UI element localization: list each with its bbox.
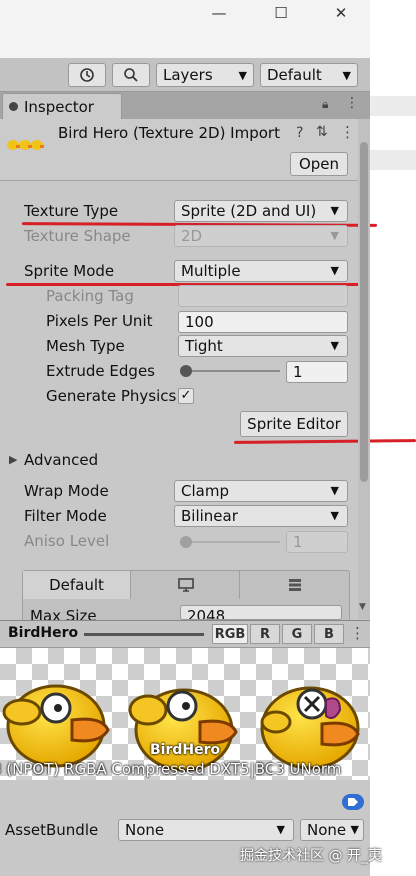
presets-icon[interactable]: ⇅ xyxy=(316,124,328,140)
layers-dropdown[interactable]: Layers ▼ xyxy=(156,63,254,87)
chevron-down-icon: ▼ xyxy=(330,509,339,522)
chevron-down-icon: ▼ xyxy=(342,69,351,82)
minimize-button[interactable]: — xyxy=(200,0,238,26)
texture-shape-dropdown: 2D ▼ xyxy=(174,225,348,247)
chevron-down-icon: ▼ xyxy=(330,339,339,352)
extrude-edges-label: Extrude Edges xyxy=(46,362,155,380)
generate-physics-checkbox[interactable]: ✓ xyxy=(178,388,194,404)
aniso-level-slider-handle xyxy=(180,536,192,548)
mesh-type-dropdown[interactable]: Tight ▼ xyxy=(178,335,348,357)
chevron-down-icon: ▼ xyxy=(276,823,285,836)
open-button[interactable]: Open xyxy=(290,152,348,176)
mesh-type-value: Tight xyxy=(185,337,223,355)
filter-mode-label: Filter Mode xyxy=(24,507,107,525)
chevron-down-icon: ▼ xyxy=(330,204,339,217)
wrap-mode-value: Clamp xyxy=(181,482,229,500)
sprite-mode-label: Sprite Mode xyxy=(24,262,115,280)
generate-physics-label: Generate Physics xyxy=(46,387,177,405)
platform-tab-server[interactable] xyxy=(241,571,349,599)
advanced-foldout[interactable]: Advanced xyxy=(24,451,98,469)
preview-overlay-name: BirdHero xyxy=(150,742,221,758)
pixels-per-unit-input[interactable]: 100 xyxy=(178,311,348,333)
texture-type-label: Texture Type xyxy=(24,202,119,220)
max-size-value: 2048 xyxy=(187,607,226,620)
sprite-editor-button[interactable]: Sprite Editor xyxy=(240,411,348,437)
platform-tab-default[interactable]: Default xyxy=(23,571,131,599)
asset-bundle-variant-value: None xyxy=(307,821,347,839)
packing-tag-input xyxy=(178,285,348,307)
layers-label: Layers xyxy=(163,66,213,84)
close-button[interactable]: ✕ xyxy=(322,0,360,26)
preview-title: BirdHero xyxy=(8,625,79,641)
aniso-level-label: Aniso Level xyxy=(24,532,110,550)
sprite-thumbnail xyxy=(6,138,46,152)
platform-tab-standalone[interactable] xyxy=(132,571,240,599)
pixels-per-unit-label: Pixels Per Unit xyxy=(46,312,153,330)
max-size-dropdown[interactable]: 2048 xyxy=(180,605,342,620)
asset-bundle-label: AssetBundle xyxy=(5,821,99,839)
maximize-button[interactable]: ☐ xyxy=(262,0,300,26)
more-options-icon[interactable]: ⋮ xyxy=(345,95,359,111)
inspector-scrollbar-thumb[interactable] xyxy=(360,142,368,482)
tag-icon[interactable] xyxy=(342,794,364,810)
help-icon[interactable]: ? xyxy=(296,125,303,141)
server-icon xyxy=(289,579,301,591)
mesh-type-label: Mesh Type xyxy=(46,337,125,355)
monitor-icon xyxy=(177,578,194,592)
background-strip xyxy=(370,0,416,876)
wrap-mode-label: Wrap Mode xyxy=(24,482,109,500)
filter-mode-dropdown[interactable]: Bilinear ▼ xyxy=(174,505,348,527)
layout-label: Default xyxy=(267,66,322,84)
extrude-edges-slider-handle[interactable] xyxy=(180,365,192,377)
texture-info: 8 (NPOT) RGBA Compressed DXT5|BC3 UNorm xyxy=(0,760,370,780)
texture-type-dropdown[interactable]: Sprite (2D and UI) ▼ xyxy=(174,200,348,222)
aniso-level-slider xyxy=(180,541,280,543)
channel-r-button[interactable]: R xyxy=(250,624,280,644)
history-button[interactable] xyxy=(68,63,106,87)
channel-b-button[interactable]: B xyxy=(314,624,344,644)
chevron-down-icon: ▼ xyxy=(330,229,339,242)
expand-arrow-icon[interactable]: ▶ xyxy=(9,453,17,466)
more-options-icon[interactable]: ⋮ xyxy=(350,624,365,642)
texture-shape-label: Texture Shape xyxy=(24,227,131,245)
extrude-edges-input[interactable]: 1 xyxy=(286,361,348,383)
aniso-level-input: 1 xyxy=(286,531,348,553)
search-button[interactable] xyxy=(112,63,150,87)
lock-icon[interactable]: 🔒︎ xyxy=(322,97,328,112)
asset-bundle-dropdown[interactable]: None ▼ xyxy=(118,819,294,841)
tab-inspector-label: Inspector xyxy=(24,97,94,116)
asset-bundle-value: None xyxy=(125,821,165,839)
inspector-title: Bird Hero (Texture 2D) Import xyxy=(58,124,280,142)
tab-inspector[interactable]: Inspector xyxy=(2,93,122,119)
channel-g-button[interactable]: G xyxy=(282,624,312,644)
history-icon xyxy=(80,68,94,82)
channel-rgb-button[interactable]: RGB xyxy=(212,624,248,644)
chevron-down-icon: ▼ xyxy=(238,69,247,82)
preview-drag-handle[interactable] xyxy=(84,633,204,636)
watermark: 掘金技术社区 @ 开_夷 xyxy=(240,848,382,864)
wrap-mode-dropdown[interactable]: Clamp ▼ xyxy=(174,480,348,502)
layout-dropdown[interactable]: Default ▼ xyxy=(260,63,358,87)
more-options-icon[interactable]: ⋮ xyxy=(340,123,355,141)
label-icon xyxy=(348,798,358,806)
filter-mode-value: Bilinear xyxy=(181,507,238,525)
max-size-label: Max Size xyxy=(30,607,97,620)
packing-tag-label: Packing Tag xyxy=(46,287,134,305)
chevron-down-icon: ▼ xyxy=(330,484,339,497)
extrude-edges-slider[interactable] xyxy=(180,370,280,372)
texture-shape-value: 2D xyxy=(181,227,203,245)
texture-info-text: 8 (NPOT) RGBA Compressed DXT5|BC3 UNorm xyxy=(0,760,342,778)
scroll-down-icon[interactable]: ▼ xyxy=(359,602,366,612)
texture-type-value: Sprite (2D and UI) xyxy=(181,202,317,220)
window-titlebar xyxy=(0,0,370,58)
search-icon xyxy=(124,68,138,82)
chevron-down-icon: ▼ xyxy=(350,823,359,836)
sprite-mode-dropdown[interactable]: Multiple ▼ xyxy=(174,260,348,282)
sprite-mode-value: Multiple xyxy=(181,262,241,280)
asset-bundle-variant-dropdown[interactable]: None ▼ xyxy=(300,819,364,841)
inspector-icon xyxy=(9,102,18,111)
chevron-down-icon: ▼ xyxy=(330,264,339,277)
